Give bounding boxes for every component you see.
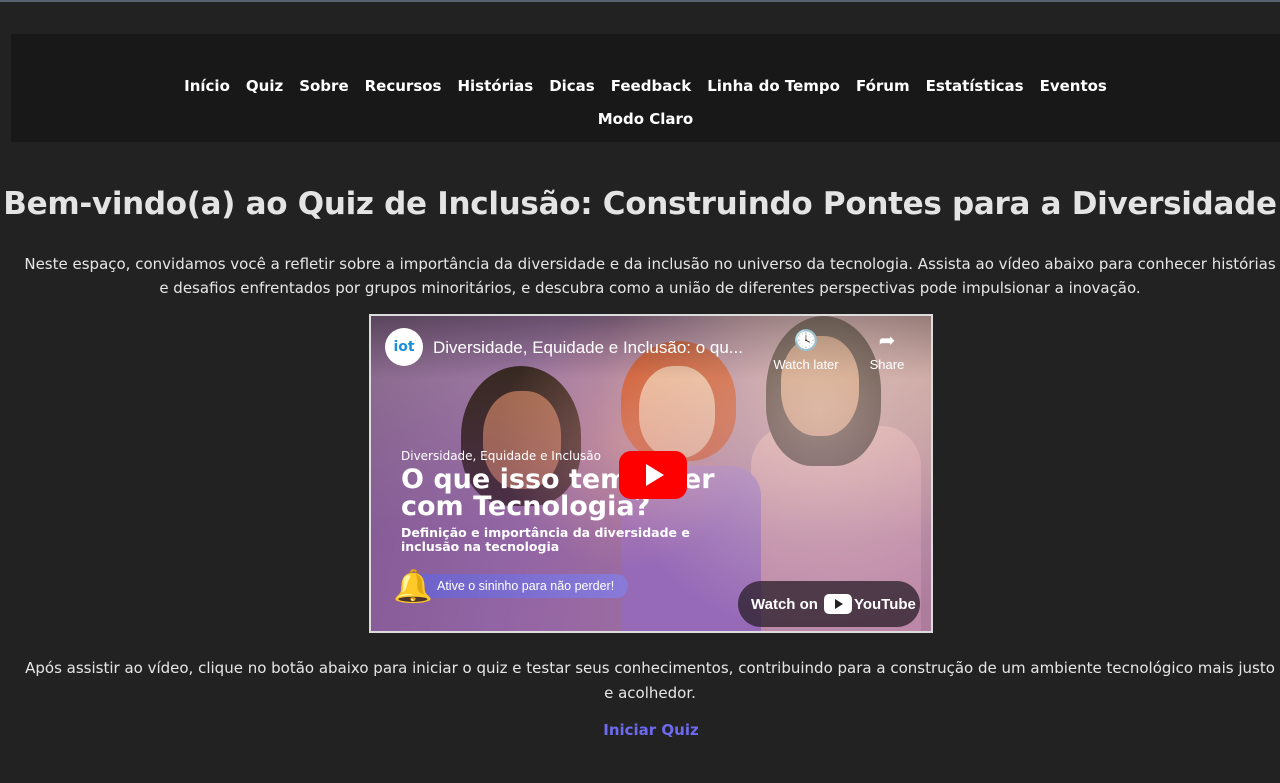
bell-reminder-pill: Ative o sininho para não perder! <box>411 574 629 598</box>
play-button[interactable] <box>619 451 687 499</box>
share-arrow-icon: ➦ <box>878 330 896 352</box>
nav-item-historias[interactable]: Histórias <box>457 77 533 95</box>
after-video-paragraph: Após assistir ao vídeo, clique no botão … <box>25 659 1275 702</box>
intro-paragraph: Neste espaço, convidamos você a refletir… <box>24 255 1276 297</box>
share-label: Share <box>869 357 905 372</box>
share-button[interactable]: ➦ Share <box>861 330 913 372</box>
nav-item-feedback[interactable]: Feedback <box>611 77 691 95</box>
nav-item-quiz[interactable]: Quiz <box>246 77 283 95</box>
watch-on-label: Watch on <box>751 595 818 613</box>
watch-on-youtube-button[interactable]: Watch on YouTube <box>738 581 920 627</box>
youtube-wordmark: YouTube <box>853 595 916 613</box>
window-top-border <box>0 0 1280 2</box>
youtube-play-icon <box>823 594 852 614</box>
page-title: Bem-vindo(a) ao Quiz de Inclusão: Constr… <box>3 186 1277 222</box>
main-navigation: Início Quiz Sobre Recursos Histórias Dic… <box>11 34 1280 142</box>
thumbnail-subtitle: Diversidade, Equidade e Inclusão <box>401 449 601 463</box>
thumbnail-description: Definição e importância da diversidade e… <box>401 525 690 554</box>
nav-mode-row: Modo Claro <box>11 109 1280 128</box>
nav-item-dicas[interactable]: Dicas <box>549 77 595 95</box>
nav-item-recursos[interactable]: Recursos <box>365 77 442 95</box>
nav-links: Início Quiz Sobre Recursos Histórias Dic… <box>11 77 1280 95</box>
theme-toggle-button[interactable]: Modo Claro <box>598 110 693 128</box>
clock-icon: 🕓 <box>793 330 819 352</box>
youtube-video-embed[interactable]: iot Diversidade, Equidade e Inclusão: o … <box>369 314 933 633</box>
play-icon <box>646 464 664 486</box>
nav-item-inicio[interactable]: Início <box>184 77 230 95</box>
video-title[interactable]: Diversidade, Equidade e Inclusão: o qu..… <box>433 338 755 358</box>
channel-avatar[interactable]: iot <box>385 328 423 366</box>
thumbnail-headline-2: com Tecnologia? <box>401 491 651 522</box>
nav-item-eventos[interactable]: Eventos <box>1040 77 1107 95</box>
bell-icon: 🔔 <box>393 567 433 605</box>
watch-later-button[interactable]: 🕓 Watch later <box>769 330 843 372</box>
nav-item-forum[interactable]: Fórum <box>856 77 910 95</box>
nav-item-linha-do-tempo[interactable]: Linha do Tempo <box>707 77 840 95</box>
nav-item-sobre[interactable]: Sobre <box>299 77 348 95</box>
watch-later-label: Watch later <box>773 357 839 372</box>
nav-item-estatisticas[interactable]: Estatísticas <box>926 77 1024 95</box>
start-quiz-button[interactable]: Iniciar Quiz <box>0 721 1280 739</box>
youtube-logo: YouTube <box>823 594 916 614</box>
